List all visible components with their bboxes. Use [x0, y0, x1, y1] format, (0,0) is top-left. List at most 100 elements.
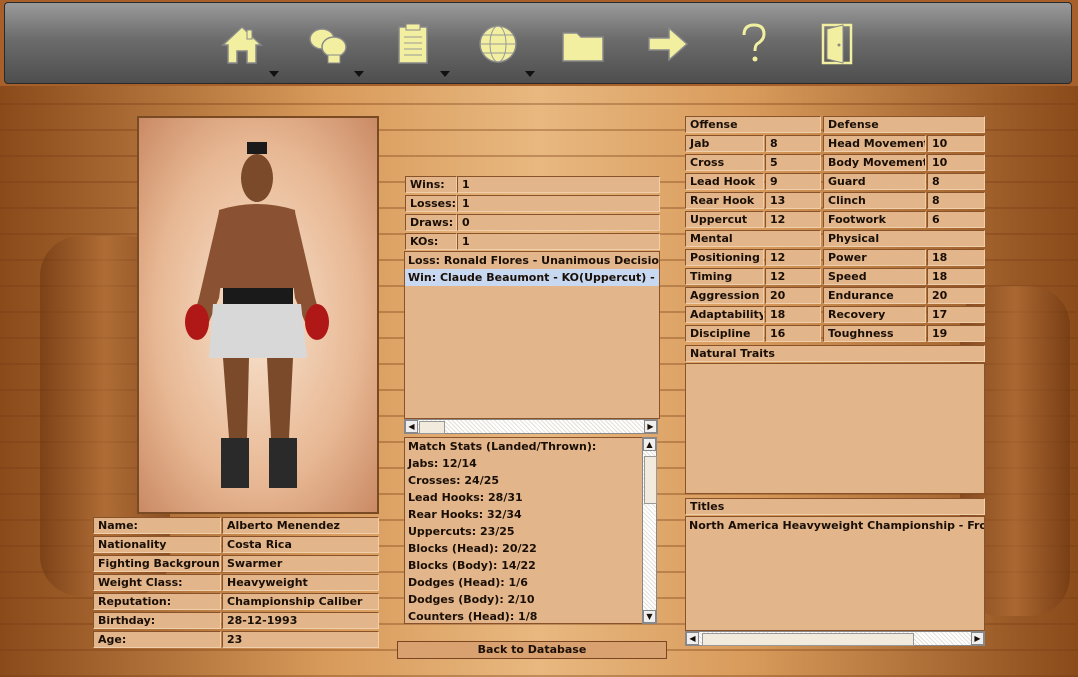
fight-history-item[interactable]: Loss: Ronald Flores - Unanimous Decision…	[405, 252, 659, 269]
attribute-value: 10	[927, 154, 985, 171]
continue-button[interactable]	[645, 21, 693, 69]
attribute-value: 12	[765, 268, 821, 285]
match-stat-line: Counters (Head): 1/8	[408, 610, 538, 623]
home-icon	[221, 25, 263, 64]
attribute-value: 17	[927, 306, 985, 323]
attribute-name: Jab	[685, 135, 764, 152]
arrow-right-icon	[648, 26, 689, 62]
open-button[interactable]	[560, 21, 608, 69]
profile-field-label: Weight Class:	[93, 574, 221, 591]
match-stat-line: Lead Hooks: 28/31	[408, 491, 523, 504]
attribute-value: 10	[927, 135, 985, 152]
attribute-value: 9	[765, 173, 821, 190]
record-value: 1	[457, 195, 660, 212]
record-value: 1	[457, 233, 660, 250]
attribute-name: Cross	[685, 154, 764, 171]
attribute-value: 8	[765, 135, 821, 152]
attribute-name: Positioning	[685, 249, 764, 266]
attribute-value: 6	[927, 211, 985, 228]
natural-traits-header: Natural Traits	[685, 345, 985, 362]
attribute-value: 16	[765, 325, 821, 342]
attribute-name: Uppercut	[685, 211, 764, 228]
scroll-left-icon[interactable]: ◀	[686, 632, 699, 645]
main-toolbar	[4, 2, 1072, 84]
attribute-name: Rear Hook	[685, 192, 764, 209]
scrollbar-thumb[interactable]	[702, 633, 914, 646]
scroll-right-icon[interactable]: ▶	[971, 632, 984, 645]
match-stat-line: Uppercuts: 23/25	[408, 525, 515, 538]
profile-field-value: Heavyweight	[222, 574, 379, 591]
match-stat-line: Crosses: 24/25	[408, 474, 500, 487]
match-stat-line: Dodges (Head): 1/6	[408, 576, 528, 589]
help-icon	[742, 23, 766, 62]
fighters-button[interactable]	[304, 21, 364, 77]
profile-field-value: Alberto Menendez	[222, 517, 379, 534]
profile-field-value: Costa Rica	[222, 536, 379, 553]
attribute-name: Aggression	[685, 287, 764, 304]
attribute-name: Recovery	[823, 306, 926, 323]
match-stat-line: Match Stats (Landed/Thrown):	[408, 440, 597, 453]
chevron-down-icon[interactable]	[354, 71, 364, 77]
attribute-value: 18	[927, 249, 985, 266]
attribute-name: Power	[823, 249, 926, 266]
attribute-value: 12	[765, 249, 821, 266]
record-label: Losses:	[405, 195, 457, 212]
attribute-name: Discipline	[685, 325, 764, 342]
profile-field-value: 23	[222, 631, 379, 648]
attribute-section-header: Mental	[685, 230, 821, 247]
profile-field-label: Fighting Background:	[93, 555, 221, 572]
profile-field-label: Reputation:	[93, 593, 221, 610]
match-stat-line: Jabs: 12/14	[408, 457, 477, 470]
attribute-name: Adaptability	[685, 306, 764, 323]
scroll-down-icon[interactable]: ▼	[643, 610, 656, 623]
globe-icon	[479, 25, 517, 63]
attribute-name: Timing	[685, 268, 764, 285]
fight-history-hscrollbar[interactable]: ◀ ▶	[404, 419, 658, 434]
attribute-name: Speed	[823, 268, 926, 285]
profile-field-value: Swarmer	[222, 555, 379, 572]
profile-field-value: 28-12-1993	[222, 612, 379, 629]
titles-list[interactable]: North America Heavyweight Championship -…	[685, 516, 985, 631]
record-value: 0	[457, 214, 660, 231]
attribute-value: 13	[765, 192, 821, 209]
chevron-down-icon[interactable]	[269, 71, 279, 77]
scroll-up-icon[interactable]: ▲	[643, 438, 656, 451]
attribute-section-header: Defense	[823, 116, 985, 133]
chevron-down-icon[interactable]	[525, 71, 535, 77]
back-to-database-button[interactable]: Back to Database	[397, 641, 667, 659]
boxer-figure-image	[185, 142, 329, 488]
match-stat-line: Dodges (Body): 2/10	[408, 593, 535, 606]
attribute-value: 20	[927, 287, 985, 304]
exit-button[interactable]	[815, 21, 863, 69]
attribute-value: 18	[927, 268, 985, 285]
title-item[interactable]: North America Heavyweight Championship -…	[686, 517, 984, 534]
attribute-section-header: Offense	[685, 116, 821, 133]
world-button[interactable]	[475, 21, 535, 77]
match-stat-line: Blocks (Head): 20/22	[408, 542, 537, 555]
scrollbar-thumb[interactable]	[419, 421, 445, 434]
record-label: Wins:	[405, 176, 457, 193]
attribute-value: 18	[765, 306, 821, 323]
attribute-name: Lead Hook	[685, 173, 764, 190]
fight-history-item[interactable]: Win: Claude Beaumont - KO(Uppercut) - Rd…	[405, 269, 659, 286]
attribute-value: 19	[927, 325, 985, 342]
attribute-value: 5	[765, 154, 821, 171]
scroll-left-icon[interactable]: ◀	[405, 420, 418, 433]
scroll-right-icon[interactable]: ▶	[644, 420, 657, 433]
profile-field-label: Name:	[93, 517, 221, 534]
titles-hscrollbar[interactable]: ◀ ▶	[685, 631, 985, 646]
match-stats-vscrollbar[interactable]: ▲ ▼	[642, 437, 657, 624]
home-button[interactable]	[219, 21, 279, 77]
records-button[interactable]	[390, 21, 450, 77]
attribute-name: Toughness	[823, 325, 926, 342]
scrollbar-thumb[interactable]	[644, 456, 657, 504]
profile-field-value: Championship Caliber	[222, 593, 379, 610]
help-button[interactable]	[731, 21, 779, 69]
folder-icon	[562, 32, 604, 62]
attribute-name: Endurance	[823, 287, 926, 304]
fight-history-list[interactable]: Loss: Ronald Flores - Unanimous Decision…	[404, 251, 660, 419]
boxing-gloves-icon	[309, 28, 347, 64]
chevron-down-icon[interactable]	[440, 71, 450, 77]
attribute-value: 20	[765, 287, 821, 304]
attribute-name: Head Movement	[823, 135, 926, 152]
